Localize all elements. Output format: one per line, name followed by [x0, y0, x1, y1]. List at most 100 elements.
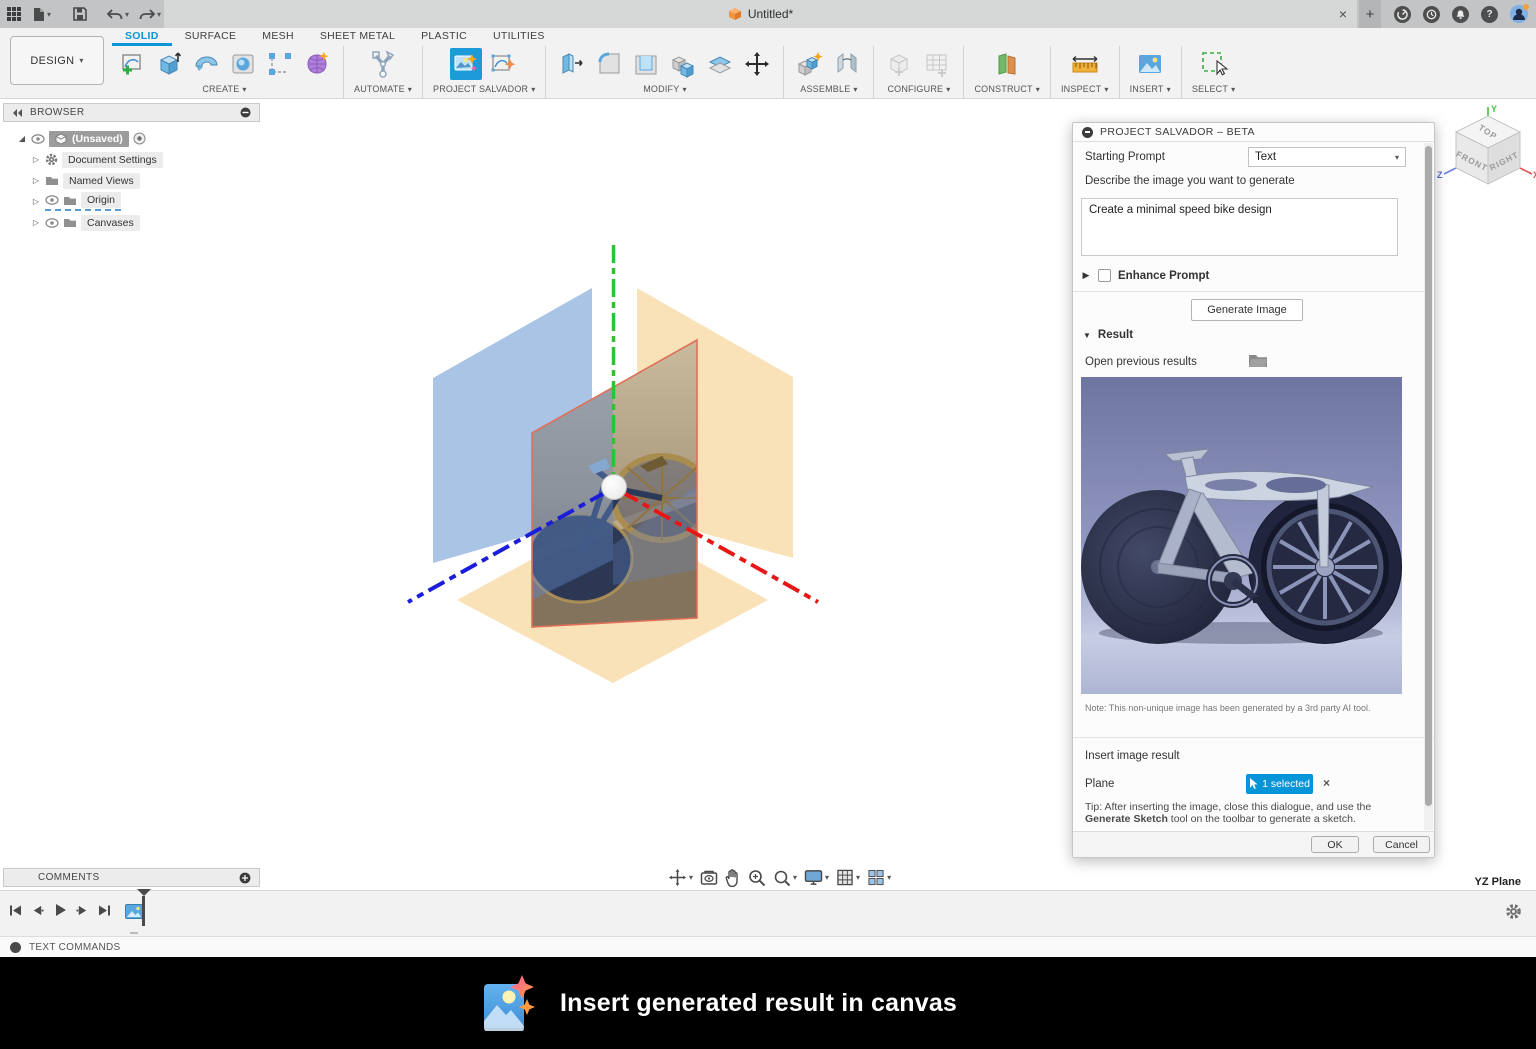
insert-canvas-button[interactable]: [1134, 48, 1166, 80]
tab-mesh[interactable]: MESH: [249, 28, 307, 46]
app-grid-menu-icon[interactable]: [6, 6, 22, 22]
browser-item-document-settings[interactable]: ▷ Document Settings: [31, 149, 260, 170]
visibility-eye-icon[interactable]: [45, 218, 59, 228]
canvas-feature-marker[interactable]: [125, 904, 143, 919]
timeline-settings-gear-icon[interactable]: [1505, 903, 1522, 920]
root-component-label[interactable]: (Unsaved): [49, 131, 129, 147]
inspect-menu[interactable]: INSPECT▾: [1061, 84, 1109, 94]
ok-button[interactable]: OK: [1311, 836, 1359, 853]
3d-viewport-scene[interactable]: [400, 240, 830, 690]
tree-item-label[interactable]: Canvases: [81, 215, 140, 231]
panel-menu-icon[interactable]: [240, 107, 251, 118]
undo-button[interactable]: ▾: [107, 8, 129, 21]
design-workspace-button[interactable]: DESIGN▾: [10, 36, 104, 85]
step-forward-button[interactable]: [76, 904, 89, 917]
expander-icon[interactable]: ▷: [31, 218, 41, 227]
combine-button[interactable]: [667, 48, 699, 80]
select-button[interactable]: [1198, 48, 1230, 80]
look-at-button[interactable]: [700, 870, 718, 886]
automate-button[interactable]: [367, 48, 399, 80]
document-tab[interactable]: Untitled*: [164, 0, 1357, 28]
view-cube[interactable]: Y Z X TOP FRONT RIGHT: [1436, 104, 1536, 208]
rectangular-pattern-button[interactable]: [264, 48, 296, 80]
new-tab-button[interactable]: +: [1359, 0, 1381, 28]
tab-utilities[interactable]: UTILITIES: [480, 28, 558, 46]
configure-menu[interactable]: CONFIGURE▾: [887, 84, 950, 94]
browser-item-named-views[interactable]: ▷ Named Views: [31, 170, 260, 191]
revolve-button[interactable]: [190, 48, 222, 80]
measure-button[interactable]: [1069, 48, 1101, 80]
prompt-type-select[interactable]: Text▾: [1248, 147, 1406, 167]
joint-button[interactable]: [831, 48, 863, 80]
file-menu-button[interactable]: ▾: [32, 7, 51, 22]
notifications-bell-icon[interactable]: [1452, 6, 1469, 23]
skip-to-end-button[interactable]: [98, 904, 112, 917]
shell-button[interactable]: [630, 48, 662, 80]
assemble-menu[interactable]: ASSEMBLE▾: [800, 84, 857, 94]
hole-button[interactable]: [227, 48, 259, 80]
extrude-button[interactable]: [153, 48, 185, 80]
text-commands-toggle-icon[interactable]: [10, 942, 21, 953]
job-status-icon[interactable]: [1394, 6, 1411, 23]
viewports-button[interactable]: ▾: [867, 869, 891, 886]
skip-to-start-button[interactable]: [8, 904, 22, 917]
tree-item-label[interactable]: Named Views: [63, 173, 140, 189]
orbit-button[interactable]: ▾: [668, 868, 693, 887]
step-back-button[interactable]: [31, 904, 44, 917]
expander-icon[interactable]: ◢: [17, 134, 27, 143]
create-form-button[interactable]: [301, 48, 333, 80]
browser-item-canvases[interactable]: ▷ Canvases: [31, 212, 260, 233]
visibility-eye-icon[interactable]: [45, 195, 59, 205]
fillet-button[interactable]: [593, 48, 625, 80]
play-button[interactable]: [53, 903, 67, 917]
user-avatar[interactable]: [1510, 5, 1528, 23]
insert-menu[interactable]: INSERT▾: [1130, 84, 1171, 94]
expander-icon[interactable]: ▷: [31, 197, 41, 206]
select-menu[interactable]: SELECT▾: [1192, 84, 1235, 94]
save-button[interactable]: [73, 7, 87, 21]
help-icon[interactable]: ?: [1481, 6, 1498, 23]
grid-layout-button[interactable]: ▾: [836, 869, 860, 886]
prompt-textarea[interactable]: Create a minimal speed bike design: [1081, 198, 1398, 256]
browser-header[interactable]: BROWSER: [3, 103, 260, 122]
recent-activity-icon[interactable]: [1423, 6, 1440, 23]
collapse-dialog-icon[interactable]: [1082, 127, 1093, 138]
modify-menu[interactable]: MODIFY▾: [643, 84, 686, 94]
dialog-header[interactable]: PROJECT SALVADOR – BETA: [1073, 123, 1434, 142]
add-comment-icon[interactable]: [239, 872, 251, 884]
construct-menu[interactable]: CONSTRUCT▾: [974, 84, 1040, 94]
tree-item-label[interactable]: Origin: [81, 192, 121, 208]
collapse-section-icon[interactable]: ▼: [1083, 331, 1091, 340]
clear-selection-icon[interactable]: ×: [1323, 776, 1330, 790]
collapse-panel-icon[interactable]: [12, 109, 22, 117]
redo-button[interactable]: ▾: [139, 8, 161, 21]
construct-plane-button[interactable]: [991, 48, 1023, 80]
press-pull-button[interactable]: [556, 48, 588, 80]
configure-table-button-disabled[interactable]: [921, 48, 953, 80]
generate-image-button[interactable]: Generate Image: [1191, 299, 1303, 321]
cancel-button[interactable]: Cancel: [1373, 836, 1430, 853]
zoom-window-button[interactable]: ▾: [773, 869, 797, 887]
text-commands-label[interactable]: TEXT COMMANDS: [29, 942, 121, 953]
create-sketch-button[interactable]: [116, 48, 148, 80]
zoom-button[interactable]: [748, 869, 766, 887]
tab-close-button[interactable]: ×: [1334, 5, 1352, 23]
automate-menu[interactable]: AUTOMATE▾: [354, 84, 412, 94]
expander-icon[interactable]: ▶: [1081, 270, 1091, 281]
tab-plastic[interactable]: PLASTIC: [408, 28, 480, 46]
generated-bike-image[interactable]: [1081, 377, 1402, 694]
open-folder-icon[interactable]: [1248, 353, 1268, 368]
tab-solid[interactable]: SOLID: [112, 28, 172, 46]
browser-item-origin[interactable]: ▷ Origin: [31, 191, 260, 212]
pan-button[interactable]: [725, 869, 741, 887]
display-settings-button[interactable]: ▾: [804, 869, 829, 886]
plane-selection-badge[interactable]: 1 selected: [1246, 774, 1313, 794]
tab-sheet-metal[interactable]: SHEET METAL: [307, 28, 408, 46]
expander-icon[interactable]: ▷: [31, 155, 41, 164]
visibility-eye-icon[interactable]: [31, 134, 45, 144]
browser-root-row[interactable]: ◢ (Unsaved): [17, 128, 260, 149]
dialog-scrollbar-thumb[interactable]: [1425, 146, 1432, 806]
tab-surface[interactable]: SURFACE: [172, 28, 250, 46]
dialog-scrollbar[interactable]: [1424, 143, 1433, 830]
project-salvador-menu[interactable]: PROJECT SALVADOR▾: [433, 84, 535, 94]
